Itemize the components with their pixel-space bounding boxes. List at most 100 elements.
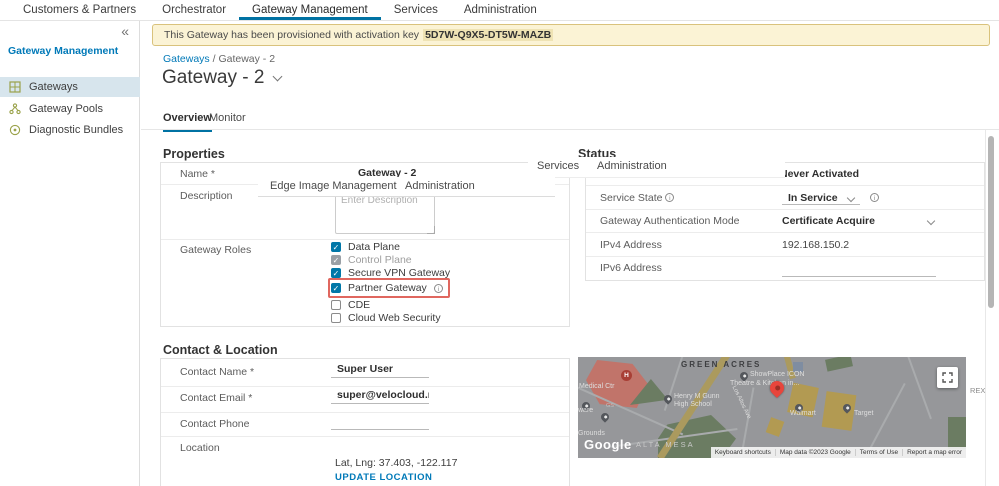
breadcrumb-current: Gateway - 2 <box>218 53 276 65</box>
latlng-value: Lat, Lng: 37.403, -122.117 <box>335 457 458 469</box>
diagnostic-bundles-icon <box>9 124 21 136</box>
row-divider <box>586 232 984 233</box>
nav-item-gateway-management[interactable]: Gateway Management <box>239 0 381 20</box>
role-partner-gateway: Partner Gateway i <box>331 282 443 294</box>
role-label: Control Plane <box>348 254 412 266</box>
role-control-plane: Control Plane <box>331 254 412 266</box>
map-label-rex: REX <box>970 386 986 395</box>
sidebar-item-label: Gateway Pools <box>29 103 103 115</box>
map-label-gunn1: Henry M Gunn <box>674 393 720 400</box>
role-data-plane: Data Plane <box>331 241 400 253</box>
breadcrumb: Gateways / Gateway - 2 <box>163 53 275 65</box>
map-label-green-acres: GREEN ACRES <box>681 360 762 369</box>
map-road <box>906 357 932 420</box>
nav-item-services[interactable]: Services <box>381 0 451 20</box>
service-state-info-icon[interactable]: i <box>665 193 675 202</box>
nav-item-customers-partners[interactable]: Customers & Partners <box>10 0 149 20</box>
keyboard-shortcuts-button[interactable]: Keyboard shortcuts <box>711 449 775 456</box>
in-service-info-icon[interactable]: i <box>870 193 879 202</box>
map-label-ware: ware <box>578 407 594 414</box>
title-chevron-down-icon[interactable] <box>272 71 283 81</box>
ghost-menu-strip-a: Services Administration <box>528 157 785 178</box>
location-label: Location <box>180 442 220 454</box>
activation-banner: This Gateway has been provisioned with a… <box>152 24 990 46</box>
sidebar-item-gateways[interactable]: Gateways <box>0 77 140 97</box>
row-divider <box>161 239 569 240</box>
sidebar-section-title: Gateway Management <box>8 45 119 57</box>
service-state-label-text: Service State <box>600 192 663 204</box>
checkbox-cde[interactable] <box>331 300 341 310</box>
ghost-menu-edge-image-management[interactable]: Edge Image Management <box>270 180 397 192</box>
map-label-alta-mesa: ALTA MESA <box>636 440 695 449</box>
vertical-scrollbar[interactable] <box>988 136 994 308</box>
name-label: Name * <box>180 168 216 180</box>
terms-of-use-link[interactable]: Terms of Use <box>854 449 902 456</box>
ipv6-label: IPv6 Address <box>600 262 662 274</box>
map-park <box>948 417 966 449</box>
location-map[interactable]: H GREEN ACRES ShowPlace ICON Theatre & K… <box>578 357 966 458</box>
contact-name-input[interactable] <box>331 363 429 378</box>
map-building <box>765 417 785 437</box>
checkbox-control-plane <box>331 255 341 265</box>
role-label: Partner Gateway <box>348 282 427 294</box>
nav-item-administration[interactable]: Administration <box>451 0 550 20</box>
gateway-pools-icon <box>9 103 21 115</box>
banner-text: This Gateway has been provisioned with a… <box>164 29 420 41</box>
row-divider <box>161 386 569 387</box>
row-divider <box>586 256 984 257</box>
page-title-text: Gateway - 2 <box>162 67 265 88</box>
breadcrumb-separator: / <box>212 53 216 65</box>
role-label: Cloud Web Security <box>348 312 441 324</box>
breadcrumb-gateways-link[interactable]: Gateways <box>163 53 210 65</box>
ghost-menu-administration[interactable]: Administration <box>405 180 475 192</box>
page-title: Gateway - 2 <box>162 67 283 89</box>
checkbox-cloud-web-security[interactable] <box>331 313 341 323</box>
role-label: CDE <box>348 299 371 311</box>
map-label-los-altos-ave: Los Altos Ave <box>730 385 752 420</box>
map-hospital-marker[interactable]: H <box>621 370 632 381</box>
nav-item-orchestrator[interactable]: Orchestrator <box>149 0 239 20</box>
partner-gateway-info-icon[interactable]: i <box>433 283 443 293</box>
map-label-showplace2: Theatre & Kitchen in... <box>730 380 800 387</box>
ipv4-value: 192.168.150.2 <box>782 239 850 251</box>
checkbox-partner-gateway[interactable] <box>331 283 341 293</box>
contact-email-label: Contact Email * <box>180 392 253 404</box>
map-poi-pin[interactable] <box>599 411 611 423</box>
status-value: Never Activated <box>780 168 859 180</box>
textarea-resize-handle[interactable] <box>427 226 435 234</box>
checkbox-data-plane[interactable] <box>331 242 341 252</box>
service-state-label: Service State i <box>600 192 675 204</box>
fullscreen-icon <box>942 372 953 383</box>
ghost-menu-services[interactable]: Services <box>537 160 579 172</box>
ipv4-label: IPv4 Address <box>600 239 662 251</box>
gateway-auth-mode-label: Gateway Authentication Mode <box>600 215 740 227</box>
contact-email-input[interactable] <box>331 389 429 404</box>
map-label-gunn2: High School <box>674 401 712 408</box>
sidebar-item-label: Gateways <box>29 81 78 93</box>
tabbar-divider <box>141 129 999 130</box>
map-label-target: Target <box>854 410 874 417</box>
update-location-link[interactable]: UPDATE LOCATION <box>335 472 432 483</box>
sidebar-item-diagnostic-bundles[interactable]: Diagnostic Bundles <box>0 120 140 140</box>
contact-phone-input[interactable] <box>331 415 429 430</box>
sidebar-item-label: Diagnostic Bundles <box>29 124 124 136</box>
sidebar-collapse-icon[interactable]: « <box>121 23 129 39</box>
description-label: Description <box>180 190 233 202</box>
map-label-showplace: ShowPlace ICON <box>750 371 805 378</box>
checkbox-secure-vpn-gateway[interactable] <box>331 268 341 278</box>
report-map-error-link[interactable]: Report a map error <box>902 449 966 456</box>
gateway-auth-mode-value[interactable]: Certificate Acquire <box>782 215 875 227</box>
gateway-roles-label: Gateway Roles <box>180 244 252 256</box>
tab-monitor[interactable]: Monitor <box>209 112 246 129</box>
ghost-menu-administration[interactable]: Administration <box>597 160 667 172</box>
map-building <box>821 391 857 431</box>
gateways-icon <box>9 81 21 93</box>
map-fullscreen-button[interactable] <box>937 367 958 388</box>
map-label-grounds: Grounds <box>578 430 605 437</box>
ipv6-input[interactable] <box>782 262 936 277</box>
service-state-value[interactable]: In Service <box>788 192 838 204</box>
activation-key: 5D7W-Q9X5-DT5W-MAZB <box>423 29 554 41</box>
sidebar-item-gateway-pools[interactable]: Gateway Pools <box>0 99 140 119</box>
map-label-walmart: Walmart <box>790 410 816 417</box>
properties-heading: Properties <box>163 147 225 161</box>
